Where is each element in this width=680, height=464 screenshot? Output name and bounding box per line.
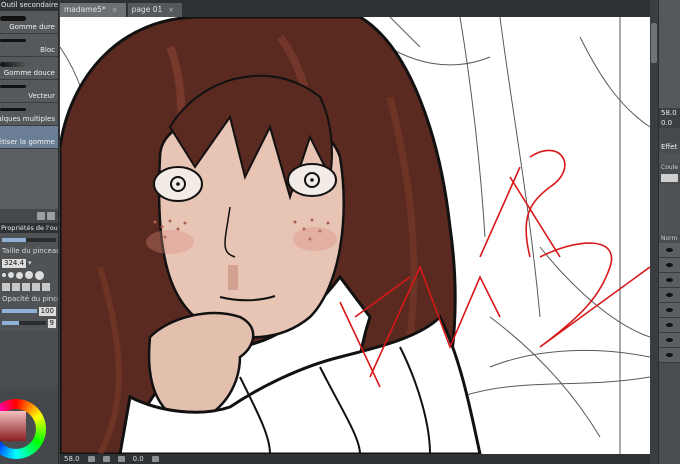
navigator-rotation-value[interactable]: 0.0 — [659, 118, 680, 128]
layer-row[interactable] — [659, 318, 680, 333]
color-saturation-square[interactable] — [0, 411, 26, 441]
close-icon[interactable]: × — [112, 3, 118, 17]
left-tool-panel: Outil secondaire [Gomme] Gomme dure Bloc… — [0, 0, 59, 464]
tool-properties-title: Propriétés de l'outil — [0, 223, 58, 233]
subtool-label: Gomme douce — [3, 69, 55, 77]
preview-slider[interactable] — [2, 238, 56, 242]
size-preset-icon[interactable] — [25, 271, 33, 279]
tool-properties-block: Taille du pinceau 324.4 ▾ Opacité du pin… — [0, 233, 58, 331]
navigator-preview[interactable] — [659, 0, 680, 108]
rotate-icon[interactable] — [151, 456, 159, 462]
opacity-value-row: 100 — [2, 305, 56, 317]
subtool-item-soft-eraser[interactable]: Gomme douce — [0, 57, 58, 80]
shape-preset-icon[interactable] — [32, 283, 40, 291]
drawing-canvas[interactable] — [60, 17, 650, 454]
add-subtool-icon[interactable] — [37, 212, 45, 220]
layer-row[interactable] — [659, 333, 680, 348]
opacity-label: Opacité du pinceau — [2, 295, 58, 303]
subtool-list-empty-area — [0, 149, 58, 209]
stabilization-slider[interactable] — [2, 321, 46, 325]
tab-page-01[interactable]: page 01 × — [127, 3, 183, 17]
zoom-readout[interactable]: 58.0 — [64, 455, 80, 463]
brush-size-value-row: 324.4 ▾ — [2, 257, 56, 269]
shape-preset-icon[interactable] — [12, 283, 20, 291]
color-label: Coule — [661, 164, 679, 171]
tab-label: madame5* — [64, 5, 106, 14]
opacity-slider[interactable] — [2, 309, 37, 313]
subtool-label: Gomme dure — [9, 23, 55, 31]
delete-subtool-icon[interactable] — [47, 212, 55, 220]
effect-label: Effet — [661, 143, 678, 151]
eye-icon[interactable] — [666, 278, 673, 282]
eye-icon[interactable] — [666, 293, 673, 297]
rotation-readout[interactable]: 0.0 — [133, 455, 144, 463]
brush-stroke-preview-icon — [0, 62, 26, 67]
brush-stroke-preview-icon — [0, 39, 26, 42]
spin-arrows-icon[interactable]: ▾ — [28, 259, 32, 267]
layer-row[interactable] — [659, 288, 680, 303]
brush-stroke-preview-icon — [0, 108, 26, 111]
status-bar: 58.0 0.0 — [60, 454, 650, 464]
size-preset-icon[interactable] — [8, 272, 14, 278]
opacity-value[interactable]: 100 — [38, 306, 56, 316]
subtool-label: Calques multiples — [0, 115, 55, 123]
brush-size-row: Taille du pinceau — [2, 245, 59, 257]
eye-icon[interactable] — [666, 353, 673, 357]
blend-mode-label[interactable]: Norm — [659, 234, 680, 243]
eye-icon[interactable] — [666, 323, 673, 327]
tab-label: page 01 — [131, 5, 163, 14]
size-preset-icon[interactable] — [35, 270, 44, 280]
layer-row[interactable] — [659, 273, 680, 288]
size-preset-icon[interactable] — [16, 271, 23, 279]
navigator-zoom-value[interactable]: 58.0 — [659, 108, 680, 118]
stabilization-row: 9 — [2, 317, 56, 329]
shape-preset-icon[interactable] — [42, 283, 50, 291]
subtool-item-multiple-layers[interactable]: Calques multiples — [0, 103, 58, 126]
layer-row[interactable] — [659, 348, 680, 363]
brush-stroke-preview-icon — [0, 85, 26, 88]
eye-icon[interactable] — [666, 263, 673, 267]
close-icon[interactable]: × — [168, 3, 174, 17]
brush-shape-presets — [2, 281, 56, 293]
zoom-out-icon[interactable] — [87, 456, 95, 462]
subtool-label: Bloc — [40, 46, 55, 54]
zoom-in-icon[interactable] — [102, 456, 110, 462]
brush-stroke-preview-icon — [0, 16, 26, 21]
document-tab-bar: madame5* × page 01 × — [60, 0, 650, 17]
color-swatch[interactable] — [661, 174, 678, 182]
shape-preset-icon[interactable] — [22, 283, 30, 291]
size-preset-icon[interactable] — [2, 273, 6, 277]
layer-row[interactable] — [659, 258, 680, 273]
eye-icon[interactable] — [666, 338, 673, 342]
subtool-label: Magnétiser la gomme — [0, 138, 55, 146]
subtool-item-vector[interactable]: Vecteur — [0, 80, 58, 103]
subtool-item-hard-eraser[interactable]: Gomme dure — [0, 11, 58, 34]
stabilization-value[interactable]: 9 — [47, 318, 56, 328]
fit-icon[interactable] — [117, 456, 125, 462]
right-panel: 58.0 0.0 Effet Coule Norm — [658, 0, 680, 464]
color-wheel-panel — [0, 389, 58, 464]
shape-preset-icon[interactable] — [2, 283, 10, 291]
illustration — [60, 17, 650, 454]
subtool-panel-title: Outil secondaire [Gomme] — [0, 0, 58, 11]
tab-madame5[interactable]: madame5* × — [60, 3, 126, 17]
subtool-item-block[interactable]: Bloc — [0, 34, 58, 57]
subtool-panel-footer — [0, 209, 58, 223]
subtool-item-magnetize-eraser[interactable]: Magnétiser la gomme — [0, 126, 58, 149]
subtool-label: Vecteur — [28, 92, 55, 100]
layer-row[interactable] — [659, 303, 680, 318]
layer-row[interactable] — [659, 243, 680, 258]
eye-icon[interactable] — [666, 248, 673, 252]
eye-icon[interactable] — [666, 308, 673, 312]
opacity-row: Opacité du pinceau — [2, 293, 58, 305]
brush-size-label: Taille du pinceau — [2, 247, 59, 255]
scrollbar-thumb[interactable] — [651, 23, 657, 63]
brush-size-value[interactable]: 324.4 — [2, 258, 27, 268]
brush-size-presets — [2, 269, 56, 281]
vertical-scrollbar[interactable] — [650, 17, 658, 454]
